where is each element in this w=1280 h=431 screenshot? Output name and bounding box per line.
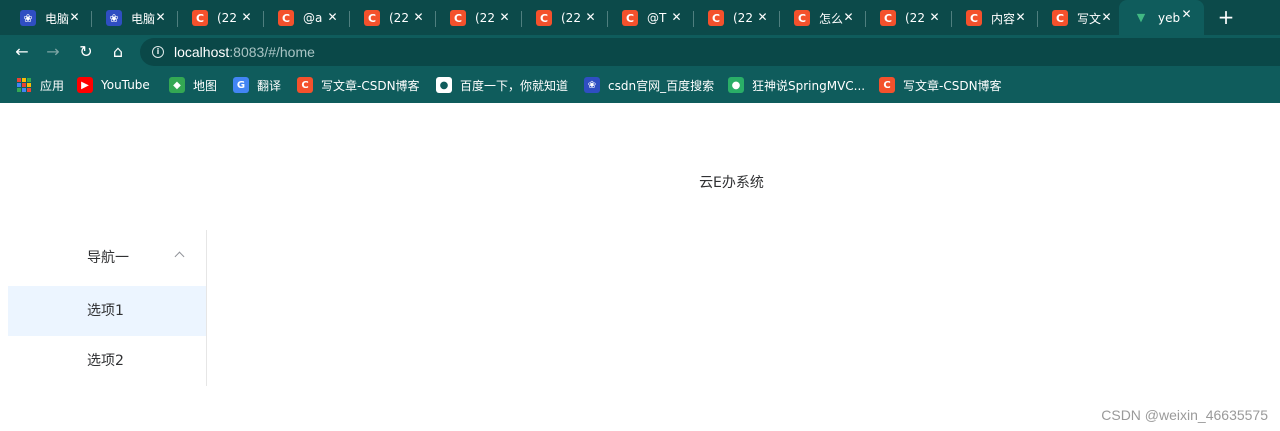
csdn-c-icon: C — [622, 10, 638, 26]
csdn-c-icon: C — [364, 10, 380, 26]
browser-tab[interactable]: C (22 ✕ — [436, 3, 522, 33]
close-icon[interactable]: ✕ — [584, 11, 597, 24]
bookmark-label: 应用 — [40, 78, 65, 93]
csdn-c-icon: C — [1052, 10, 1068, 26]
bookmark-label: 翻译 — [257, 78, 282, 93]
browser-tab[interactable]: C (22 ✕ — [694, 3, 780, 33]
translate-icon: G — [233, 77, 249, 93]
browser-tab[interactable]: C @T ✕ — [608, 3, 694, 33]
csdn-c-icon: C — [879, 77, 895, 93]
csdn-c-icon: C — [278, 10, 294, 26]
close-icon[interactable]: ✕ — [240, 11, 253, 24]
baidu-paw-icon: ❀ — [584, 77, 600, 93]
close-icon[interactable]: ✕ — [68, 11, 81, 24]
close-icon[interactable]: ✕ — [928, 11, 941, 24]
browser-tab-active[interactable]: ▼ yeb ✕ — [1119, 0, 1204, 35]
bookmark-csdn-search[interactable]: ❀ csdn官网_百度搜索 — [584, 76, 714, 94]
menu-item-option2[interactable]: 选项2 — [8, 336, 206, 386]
browser-tab[interactable]: C 写文 ✕ — [1038, 3, 1124, 33]
submenu-label: 导航一 — [87, 250, 129, 266]
close-icon[interactable]: ✕ — [842, 11, 855, 24]
csdn-c-icon: C — [297, 77, 313, 93]
bookmark-csdn-write-2[interactable]: C 写文章-CSDN博客 — [879, 76, 1002, 94]
browser-tab[interactable]: C 怎么 ✕ — [780, 3, 866, 33]
bookmarks-bar: 应用 ▶ YouTube ◆ 地图 G 翻译 C 写文章-CSDN博客 ● 百度… — [0, 68, 1280, 103]
back-arrow-icon[interactable]: ← — [10, 40, 34, 64]
bookmark-maps[interactable]: ◆ 地图 — [169, 76, 217, 94]
close-icon[interactable]: ✕ — [670, 11, 683, 24]
bookmark-label: 百度一下，你就知道 — [460, 78, 569, 93]
bookmark-youtube[interactable]: ▶ YouTube — [77, 76, 150, 94]
baidu-paw-icon: ❀ — [106, 10, 122, 26]
menu-item-option1[interactable]: 选项1 — [8, 286, 206, 336]
page-title: 云E办系统 — [699, 175, 764, 191]
globe-icon: ● — [436, 77, 452, 93]
close-icon[interactable]: ✕ — [154, 11, 167, 24]
close-icon[interactable]: ✕ — [1100, 11, 1113, 24]
close-icon[interactable]: ✕ — [756, 11, 769, 24]
csdn-c-icon: C — [880, 10, 896, 26]
bookmark-label: 写文章-CSDN博客 — [321, 78, 420, 93]
bookmark-springmvc[interactable]: ● 狂神说SpringMVC... — [728, 76, 865, 94]
youtube-icon: ▶ — [77, 77, 93, 93]
browser-tab[interactable]: C (22 ✕ — [866, 3, 952, 33]
browser-toolbar: ← → ↻ ⌂ i localhost:8083/#/home — [0, 35, 1280, 68]
maps-icon: ◆ — [169, 77, 185, 93]
url-host: localhost — [174, 44, 230, 60]
browser-tab[interactable]: C (22 ✕ — [522, 3, 608, 33]
bookmark-apps[interactable]: 应用 — [16, 76, 64, 94]
close-icon[interactable]: ✕ — [1014, 11, 1027, 24]
submenu-title-nav1[interactable]: 导航一 — [8, 230, 206, 286]
browser-tab[interactable]: C (22 ✕ — [350, 3, 436, 33]
chevron-up-icon — [174, 251, 185, 262]
vue-logo-icon: ▼ — [1136, 11, 1146, 24]
bookmark-label: 狂神说SpringMVC... — [752, 78, 866, 93]
bookmark-label: csdn官网_百度搜索 — [608, 78, 715, 93]
new-tab-button[interactable]: + — [1214, 5, 1238, 29]
browser-tab[interactable]: C (22 ✕ — [178, 3, 264, 33]
forward-arrow-icon[interactable]: → — [41, 40, 65, 64]
browser-tab[interactable]: C @a ✕ — [264, 3, 350, 33]
info-icon[interactable]: i — [152, 46, 164, 58]
bookmark-baidu[interactable]: ● 百度一下，你就知道 — [436, 76, 568, 94]
browser-tab[interactable]: C 内容 ✕ — [952, 3, 1038, 33]
browser-tab-strip: ❀ 电脑 ✕ ❀ 电脑 ✕ C (22 ✕ C @a ✕ C (22 ✕ C (… — [0, 0, 1280, 35]
csdn-c-icon: C — [794, 10, 810, 26]
url-path: :8083/#/home — [229, 44, 315, 60]
csdn-c-icon: C — [966, 10, 982, 26]
close-icon[interactable]: ✕ — [498, 11, 511, 24]
address-bar[interactable]: i localhost:8083/#/home — [140, 38, 1280, 66]
apps-grid-icon — [16, 77, 32, 93]
bookmark-label: 地图 — [193, 78, 218, 93]
csdn-c-icon: C — [450, 10, 466, 26]
reload-icon[interactable]: ↻ — [74, 40, 98, 64]
home-icon[interactable]: ⌂ — [106, 40, 130, 64]
close-icon[interactable]: ✕ — [412, 11, 425, 24]
csdn-c-icon: C — [708, 10, 724, 26]
bookmark-translate[interactable]: G 翻译 — [233, 76, 281, 94]
watermark: CSDN @weixin_46635575 — [1101, 407, 1268, 423]
csdn-c-icon: C — [536, 10, 552, 26]
close-icon[interactable]: ✕ — [326, 11, 339, 24]
bookmark-label: 写文章-CSDN博客 — [903, 78, 1002, 93]
browser-tab[interactable]: ❀ 电脑 ✕ — [6, 3, 92, 33]
bookmark-csdn-write[interactable]: C 写文章-CSDN博客 — [297, 76, 420, 94]
address-url[interactable]: localhost:8083/#/home — [174, 44, 315, 60]
browser-tab[interactable]: ❀ 电脑 ✕ — [92, 3, 178, 33]
bookmark-label: YouTube — [101, 78, 150, 92]
close-icon[interactable]: ✕ — [1180, 8, 1193, 21]
wechat-icon: ● — [728, 77, 744, 93]
csdn-c-icon: C — [192, 10, 208, 26]
side-menu: 导航一 选项1 选项2 — [8, 230, 207, 386]
baidu-paw-icon: ❀ — [20, 10, 36, 26]
